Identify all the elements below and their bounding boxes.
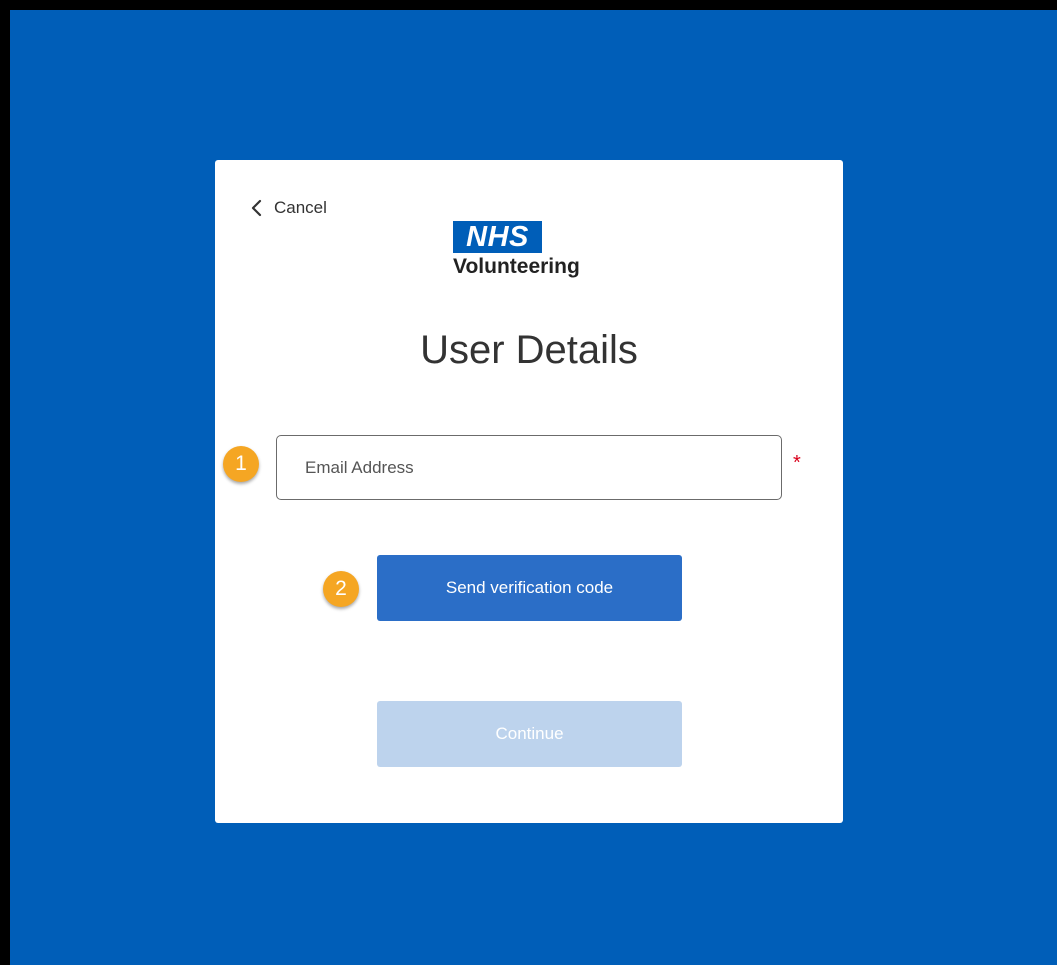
send-verification-code-button[interactable]: Send verification code — [377, 555, 682, 621]
step-badge-1: 1 — [223, 446, 259, 482]
cancel-link[interactable]: Cancel — [248, 198, 327, 218]
step-badge-2: 2 — [323, 571, 359, 607]
continue-button[interactable]: Continue — [377, 701, 682, 767]
required-marker: * — [793, 452, 801, 474]
cancel-label: Cancel — [274, 198, 327, 217]
nhs-volunteering-logo: NHS Volunteering — [453, 221, 613, 291]
logo-subtitle: Volunteering — [453, 255, 580, 278]
nhs-logo-mark: NHS — [453, 221, 542, 253]
email-field[interactable] — [276, 435, 782, 500]
chevron-left-icon — [248, 199, 266, 217]
user-details-card: Cancel NHS Volunteering User Details 1 *… — [215, 160, 843, 823]
page-title: User Details — [420, 328, 638, 372]
